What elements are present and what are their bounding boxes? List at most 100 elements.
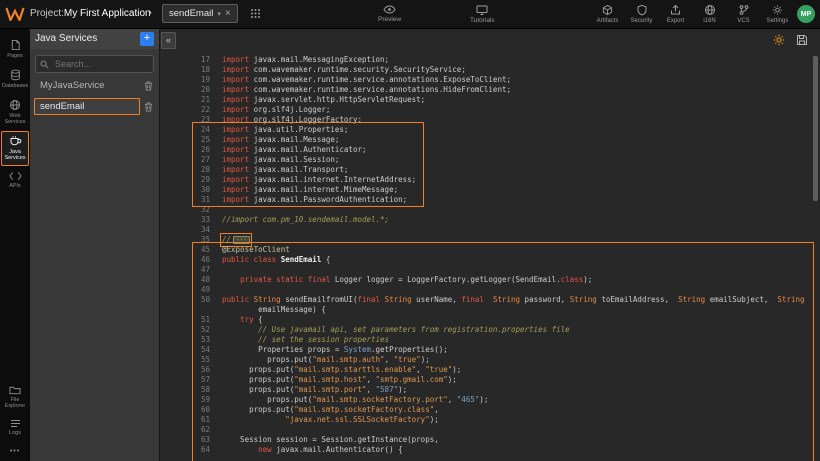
code-line[interactable]: 50public String sendEmailfromUI(final St… (160, 295, 805, 305)
code-line[interactable]: 35//··· (160, 235, 805, 245)
code-line[interactable]: 31import javax.mail.PasswordAuthenticati… (160, 195, 805, 205)
code-line[interactable]: 27import javax.mail.Session; (160, 155, 805, 165)
code-line[interactable]: 20import com.wavemaker.runtime.service.a… (160, 85, 805, 95)
line-number: 18 (160, 65, 222, 75)
i18n-label: i18N (703, 18, 715, 24)
artifacts-button[interactable]: Artifacts (594, 4, 621, 24)
code-line[interactable]: 49 (160, 285, 805, 295)
code-line[interactable]: 52 // Use javamail api, set parameters f… (160, 325, 805, 335)
code-line[interactable]: 24import java.util.Properties; (160, 125, 805, 135)
sidebar-item-databases[interactable]: Databases (1, 65, 29, 94)
code-line[interactable]: 63 Session session = Session.getInstance… (160, 435, 805, 445)
code-lines[interactable]: 17import javax.mail.MessagingException;1… (160, 55, 805, 455)
code-line[interactable]: 29import javax.mail.internet.InternetAdd… (160, 175, 805, 185)
sidebar-item-java-services[interactable]: Java Services (1, 131, 29, 166)
tutorials-icon (476, 5, 488, 15)
code-line[interactable]: 57 props.put("mail.smtp.host", "smtp.gma… (160, 375, 805, 385)
line-number: 55 (160, 355, 222, 365)
code-line[interactable]: 46public class SendEmail { (160, 255, 805, 265)
sidebar-item-file-explorer[interactable]: File Explorer (1, 381, 29, 414)
line-number: 48 (160, 275, 222, 285)
code-editor[interactable]: 17import javax.mail.MessagingException;1… (160, 28, 820, 461)
line-number: 21 (160, 95, 222, 105)
code-line[interactable]: 45@ExposeToClient (160, 245, 805, 255)
code-line[interactable]: 55 props.put("mail.smtp.auth", "true"); (160, 355, 805, 365)
sidebar-item-apis[interactable]: APIs (1, 167, 29, 194)
code-line[interactable]: 62 (160, 425, 805, 435)
chevron-right-icon: › (148, 5, 152, 19)
vcs-button[interactable]: VCS (730, 4, 757, 24)
user-avatar[interactable]: MP (797, 5, 815, 23)
code-line[interactable]: 19import com.wavemaker.runtime.service.a… (160, 75, 805, 85)
code-line[interactable]: 59 props.put("mail.smtp.socketFactory.po… (160, 395, 805, 405)
editor-settings-icon[interactable] (773, 34, 785, 46)
code-line[interactable]: 53 // set the session properties (160, 335, 805, 345)
line-number: 61 (160, 415, 222, 425)
line-number: 24 (160, 125, 222, 135)
line-number: 19 (160, 75, 222, 85)
code-line[interactable]: 58 props.put("mail.smtp.port", "587"); (160, 385, 805, 395)
service-item-myjavaservice[interactable]: MyJavaService (34, 77, 155, 94)
project-breadcrumb[interactable]: Project:My First Application (30, 8, 151, 19)
logs-icon (10, 419, 21, 428)
security-button[interactable]: Security (628, 4, 655, 24)
service-item-label[interactable]: MyJavaService (34, 77, 140, 94)
sidebar-item-logs[interactable]: Logs (1, 415, 29, 441)
export-button[interactable]: Export (662, 4, 689, 24)
line-number: 23 (160, 115, 222, 125)
code-line[interactable]: 60 props.put("mail.smtp.socketFactory.cl… (160, 405, 805, 415)
more-options-icon[interactable]: ••• (10, 448, 20, 455)
settings-button[interactable]: Settings (764, 4, 791, 24)
line-number: 50 (160, 295, 222, 305)
chevron-down-icon[interactable]: ▾ (217, 10, 221, 18)
code-line[interactable]: emailMessage) { (160, 305, 805, 315)
code-line[interactable]: 18import com.wavemaker.runtime.security.… (160, 65, 805, 75)
code-line[interactable]: 61 "javax.net.ssl.SSLSocketFactory"); (160, 415, 805, 425)
tutorials-label: Tutorials (470, 17, 495, 24)
add-service-button[interactable]: + (140, 32, 154, 46)
code-line[interactable]: 34 (160, 225, 805, 235)
code-line[interactable]: 23import org.slf4j.LoggerFactory; (160, 115, 805, 125)
code-line[interactable]: 21import javax.servlet.http.HttpServletR… (160, 95, 805, 105)
tutorials-button[interactable]: Tutorials (470, 5, 495, 24)
line-number: 47 (160, 265, 222, 275)
close-icon[interactable]: × (225, 9, 231, 19)
code-line[interactable]: 51 try { (160, 315, 805, 325)
code-line[interactable]: 54 Properties props = System.getProperti… (160, 345, 805, 355)
code-line[interactable]: 30import javax.mail.internet.MimeMessage… (160, 185, 805, 195)
artifacts-label: Artifacts (597, 18, 619, 24)
preview-button[interactable]: Preview (378, 5, 401, 23)
code-line[interactable]: 22import org.slf4j.Logger; (160, 105, 805, 115)
service-item-sendemail[interactable]: sendEmail (34, 98, 155, 115)
editor-scrollbar[interactable] (813, 56, 818, 201)
trash-icon[interactable] (144, 81, 155, 91)
trash-icon[interactable] (144, 102, 155, 112)
code-line[interactable]: 32 (160, 205, 805, 215)
code-line[interactable]: 64 new javax.mail.Authenticator() { (160, 445, 805, 455)
sidebar-item-pages[interactable]: Pages (1, 35, 29, 64)
code-line[interactable]: 25import javax.mail.Message; (160, 135, 805, 145)
line-number: 49 (160, 285, 222, 295)
line-number: 25 (160, 135, 222, 145)
security-label: Security (631, 18, 653, 24)
code-line[interactable]: 28import javax.mail.Transport; (160, 165, 805, 175)
i18n-button[interactable]: i18N (696, 4, 723, 24)
code-line[interactable]: 47 (160, 265, 805, 275)
line-number: 29 (160, 175, 222, 185)
settings-icon (772, 4, 783, 16)
tab-sendemail[interactable]: sendEmail ▾ × (162, 4, 238, 23)
code-line[interactable]: 48 private static final Logger logger = … (160, 275, 805, 285)
line-number: 35 (160, 235, 222, 245)
code-line[interactable]: 56 props.put("mail.smtp.starttls.enable"… (160, 365, 805, 375)
folded-code-icon[interactable]: ··· (233, 236, 250, 244)
search-input[interactable] (53, 58, 147, 70)
line-number: 22 (160, 105, 222, 115)
search-box[interactable] (35, 55, 154, 73)
code-line[interactable]: 17import javax.mail.MessagingException; (160, 55, 805, 65)
save-icon[interactable] (796, 34, 808, 46)
sidebar-item-web-services[interactable]: Web Services (1, 95, 29, 130)
code-line[interactable]: 33//import com.pm_10.sendemail.model.*; (160, 215, 805, 225)
code-line[interactable]: 26import javax.mail.Authenticator; (160, 145, 805, 155)
service-item-label[interactable]: sendEmail (34, 98, 140, 115)
collapse-panel-button[interactable]: « (161, 32, 176, 49)
